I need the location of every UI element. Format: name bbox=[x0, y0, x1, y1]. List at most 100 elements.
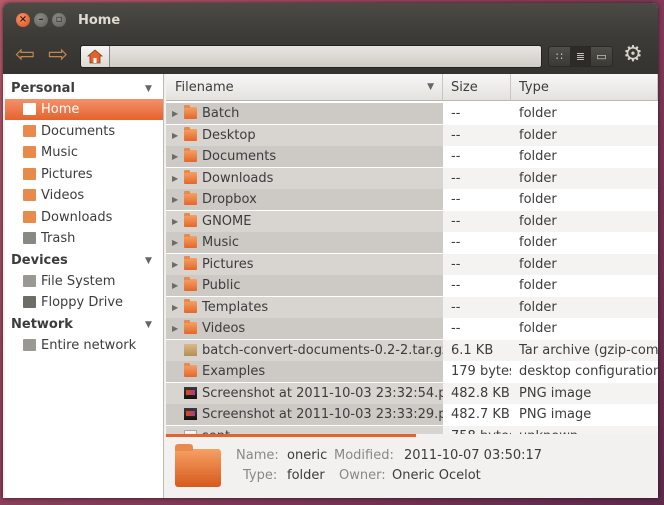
expand-arrow-icon[interactable]: ▶ bbox=[172, 189, 178, 210]
file-row[interactable]: ▶ Downloads -- folder bbox=[166, 167, 658, 189]
expand-arrow-icon[interactable]: ▶ bbox=[172, 254, 178, 275]
filename-cell[interactable]: Screenshot at 2011-10-03 23:33:29.png bbox=[166, 404, 443, 425]
sidebar-section-network[interactable]: Network bbox=[11, 317, 73, 332]
file-row[interactable]: batch-convert-documents-0.2-2.tar.gz 6.1 … bbox=[166, 339, 658, 361]
sidebar-item-music[interactable]: Music bbox=[5, 142, 163, 163]
sidebar-item-downloads[interactable]: Downloads bbox=[5, 207, 163, 228]
maximize-window-button[interactable]: ▫ bbox=[52, 13, 66, 27]
sidebar-item-label: Downloads bbox=[41, 209, 113, 225]
type-cell: folder bbox=[519, 106, 557, 121]
pictures-folder-icon bbox=[23, 167, 36, 180]
network-icon bbox=[23, 338, 36, 351]
close-window-button[interactable]: × bbox=[16, 13, 30, 27]
size-cell: -- bbox=[451, 149, 461, 164]
file-manager-window: × – ▫ Home ⇦ ⇨ ∷ ≣ ▭ ⚙ Personal ▼ Home D… bbox=[3, 3, 658, 498]
expand-arrow-icon[interactable]: ▶ bbox=[172, 125, 178, 146]
breadcrumb-home-button[interactable] bbox=[81, 46, 110, 67]
size-cell: 758 bytes bbox=[443, 425, 511, 434]
file-row[interactable]: Examples 179 bytes desktop configuration bbox=[166, 361, 658, 382]
column-header-size[interactable]: Size bbox=[443, 74, 511, 101]
filename-cell[interactable]: ▶ Desktop bbox=[166, 124, 443, 146]
file-row[interactable]: Screenshot at 2011-10-03 23:33:29.png 482… bbox=[166, 404, 658, 425]
column-header-type[interactable]: Type bbox=[511, 74, 658, 101]
sidebar-item-videos[interactable]: Videos bbox=[5, 185, 163, 206]
sidebar-item-entire-network[interactable]: Entire network bbox=[5, 335, 163, 356]
folder-icon bbox=[184, 212, 197, 227]
modified-value: 2011-10-07 03:50:17 bbox=[404, 448, 543, 463]
file-row[interactable]: ▶ Music -- folder bbox=[166, 232, 658, 253]
sidebar-section-personal[interactable]: Personal bbox=[11, 81, 75, 96]
filename-text: batch-convert-documents-0.2-2.tar.gz bbox=[202, 342, 443, 358]
file-row[interactable]: ▶ Batch -- folder bbox=[166, 103, 658, 124]
filename-text: Music bbox=[202, 235, 239, 250]
trash-icon bbox=[23, 232, 36, 244]
sidebar-item-floppy-drive[interactable]: Floppy Drive bbox=[5, 292, 163, 313]
file-row[interactable]: ▶ Dropbox -- folder bbox=[166, 189, 658, 210]
type-cell: desktop configuration bbox=[519, 364, 658, 379]
filename-text: Public bbox=[202, 278, 241, 293]
location-bar[interactable] bbox=[80, 45, 542, 68]
file-row[interactable]: ▶ Pictures -- folder bbox=[166, 253, 658, 275]
column-header-filename[interactable]: Filename ▼ bbox=[166, 74, 443, 101]
file-row[interactable]: ▶ Templates -- folder bbox=[166, 296, 658, 318]
filename-cell[interactable]: ▶ Documents bbox=[166, 146, 443, 167]
filename-cell[interactable]: Screenshot at 2011-10-03 23:32:54.png bbox=[166, 382, 443, 404]
filename-cell[interactable]: Examples bbox=[166, 361, 443, 382]
back-button[interactable]: ⇦ bbox=[13, 42, 37, 66]
folder-icon bbox=[184, 320, 197, 334]
expand-arrow-icon[interactable]: ▶ bbox=[172, 318, 178, 339]
file-row[interactable]: sent 758 bytesunknown bbox=[166, 425, 658, 434]
sidebar-section-devices[interactable]: Devices bbox=[11, 253, 68, 268]
filename-cell[interactable]: batch-convert-documents-0.2-2.tar.gz bbox=[166, 339, 443, 361]
sidebar-item-trash[interactable]: Trash bbox=[5, 228, 163, 249]
filename-cell[interactable]: sent bbox=[166, 425, 443, 434]
size-cell: -- bbox=[443, 124, 511, 146]
filename-cell[interactable]: ▶ Public bbox=[166, 275, 443, 296]
collapse-arrow-icon[interactable]: ▼ bbox=[145, 256, 152, 266]
expand-arrow-icon[interactable]: ▶ bbox=[172, 211, 178, 232]
filename-cell[interactable]: ▶ Batch bbox=[166, 103, 443, 124]
sort-descending-icon: ▼ bbox=[427, 82, 434, 92]
sidebar-item-label: Entire network bbox=[41, 337, 137, 353]
expand-arrow-icon[interactable]: ▶ bbox=[172, 146, 178, 167]
minimize-window-button[interactable]: – bbox=[34, 13, 48, 27]
file-row[interactable]: ▶ GNOME -- folder bbox=[166, 210, 658, 232]
filename-text: Dropbox bbox=[202, 192, 257, 207]
compact-view-button[interactable]: ▭ bbox=[591, 47, 612, 66]
file-row[interactable]: Screenshot at 2011-10-03 23:32:54.png 482… bbox=[166, 382, 658, 404]
filename-text: Desktop bbox=[202, 127, 256, 143]
collapse-arrow-icon[interactable]: ▼ bbox=[145, 320, 152, 330]
expand-arrow-icon[interactable]: ▶ bbox=[172, 232, 178, 253]
expand-arrow-icon[interactable]: ▶ bbox=[172, 275, 178, 296]
file-row[interactable]: ▶ Desktop -- folder bbox=[166, 124, 658, 146]
sidebar-item-file-system[interactable]: File System bbox=[5, 271, 163, 292]
filename-text: Examples bbox=[202, 364, 266, 379]
filename-cell[interactable]: ▶ Dropbox bbox=[166, 189, 443, 210]
expand-arrow-icon[interactable]: ▶ bbox=[172, 168, 178, 189]
filename-cell[interactable]: ▶ Downloads bbox=[166, 167, 443, 189]
size-cell: -- bbox=[451, 321, 461, 336]
filename-cell[interactable]: ▶ Music bbox=[166, 232, 443, 253]
filename-cell[interactable]: ▶ GNOME bbox=[166, 210, 443, 232]
file-row[interactable]: ▶ Videos -- folder bbox=[166, 318, 658, 339]
filename-cell[interactable]: ▶ Videos bbox=[166, 318, 443, 339]
icon-view-button[interactable]: ∷ bbox=[549, 47, 570, 66]
list-view-button[interactable]: ≣ bbox=[570, 47, 591, 66]
file-row[interactable]: ▶ Documents -- folder bbox=[166, 146, 658, 167]
sidebar-item-pictures[interactable]: Pictures bbox=[5, 164, 163, 185]
sidebar-item-documents[interactable]: Documents bbox=[5, 121, 163, 142]
folder-icon bbox=[184, 234, 197, 248]
filename-cell[interactable]: ▶ Templates bbox=[166, 296, 443, 318]
settings-button[interactable]: ⚙ bbox=[622, 44, 644, 66]
expand-arrow-icon[interactable]: ▶ bbox=[172, 297, 178, 318]
file-row[interactable]: ▶ Public -- folder bbox=[166, 275, 658, 296]
type-cell: folder bbox=[519, 321, 557, 336]
expand-arrow-icon[interactable]: ▶ bbox=[172, 103, 178, 124]
type-cell: unknown bbox=[511, 425, 658, 434]
loading-progress-bar bbox=[166, 434, 416, 437]
filename-cell[interactable]: ▶ Pictures bbox=[166, 253, 443, 275]
filename-text: Documents bbox=[202, 149, 277, 164]
sidebar-item-home[interactable]: Home bbox=[5, 99, 163, 120]
collapse-arrow-icon[interactable]: ▼ bbox=[145, 84, 152, 94]
forward-button[interactable]: ⇨ bbox=[46, 42, 70, 66]
